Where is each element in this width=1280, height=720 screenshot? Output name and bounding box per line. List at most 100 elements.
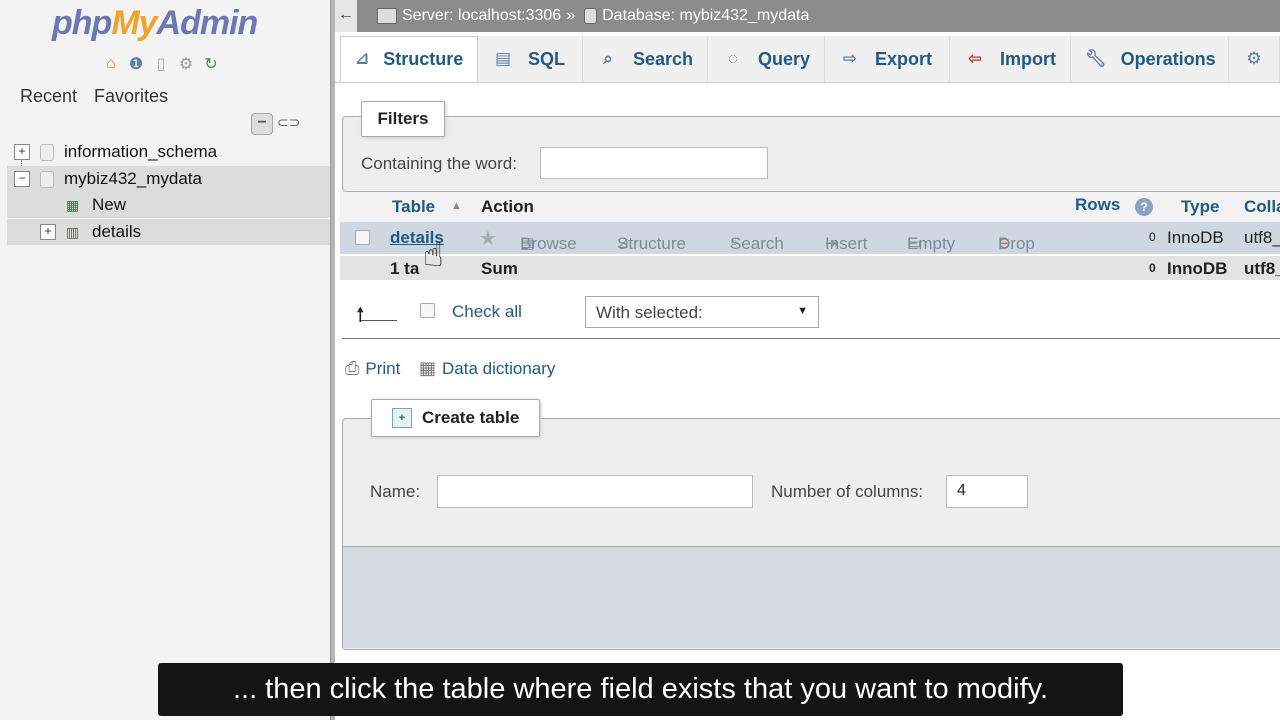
create-table-icon: +: [392, 408, 412, 428]
sql-icon: ▤: [494, 49, 512, 68]
column-header-table[interactable]: Table: [392, 197, 435, 217]
tab-operations[interactable]: 🔧︎ Operations: [1071, 36, 1229, 82]
tab-structure[interactable]: ⊿ Structure: [340, 36, 478, 82]
server-icon: [377, 8, 397, 24]
arrow-up-icon: 🠕: [356, 304, 365, 326]
tab-query[interactable]: ◌ Query: [708, 36, 825, 82]
column-header-type[interactable]: Type: [1181, 197, 1219, 217]
action-label: Drop: [998, 234, 1035, 253]
more-tabs-icon: ⚙: [1246, 49, 1262, 68]
number-of-columns-label: Number of columns:: [771, 482, 924, 501]
wrench-icon: 🔧︎: [1085, 49, 1107, 68]
breadcrumb-separator: »: [566, 7, 576, 24]
favorites-tab[interactable]: Favorites: [94, 86, 168, 107]
create-table-label: Create table: [422, 408, 520, 427]
tab-sql[interactable]: ▤ SQL: [478, 36, 583, 82]
logo-part-3: Admin: [156, 4, 259, 42]
with-selected-dropdown[interactable]: With selected: ▼: [585, 296, 819, 328]
favorite-star-icon[interactable]: ★: [479, 226, 497, 251]
tree-item-label[interactable]: mybiz432_mydata: [64, 169, 202, 189]
table-row: details ★ ▤ Browse ⊿ Structure ⌕ Search ⇥ In…: [340, 222, 1280, 254]
print-label: Print: [365, 358, 401, 378]
settings-icon[interactable]: ⚙: [176, 54, 196, 74]
link-with-main-icon[interactable]: ⊂⊃: [277, 114, 300, 131]
tab-bar: ⊿ Structure ▤ SQL ⌕ Search ◌ Query ⇨ Export ⇦…: [335, 32, 1280, 83]
video-subtitle: ... then click the table where field exi…: [158, 663, 1123, 716]
action-label: Insert: [825, 234, 868, 253]
column-header-collation[interactable]: Colla: [1244, 197, 1280, 217]
expand-icon[interactable]: +: [40, 224, 56, 240]
check-all-label[interactable]: Check all: [452, 302, 522, 322]
create-table-legend: + Create table: [371, 399, 540, 437]
row-count: 0: [1149, 230, 1156, 244]
table-count: 1 ta: [390, 259, 420, 278]
tab-more[interactable]: ⚙: [1229, 36, 1280, 82]
help-icon[interactable]: ❶: [126, 54, 146, 74]
expand-icon[interactable]: +: [14, 144, 30, 160]
table-name-label: Name:: [370, 482, 421, 501]
tree-item-label[interactable]: New: [92, 195, 126, 215]
breadcrumb-database[interactable]: Database: mybiz432_mydata: [602, 7, 809, 25]
structure-icon: ⊿: [355, 49, 370, 68]
database-icon: [40, 170, 54, 188]
docs-icon[interactable]: ▯: [151, 54, 171, 74]
table-name-input[interactable]: [437, 475, 753, 508]
arrow-line: [361, 320, 397, 321]
reload-icon[interactable]: ↻: [201, 54, 221, 74]
tree-item-new-table[interactable]: ▦ New: [7, 192, 330, 218]
back-arrow-icon[interactable]: ←: [335, 0, 357, 32]
row-checkbox[interactable]: [355, 230, 370, 245]
phpmyadmin-logo[interactable]: phpMyAdmin: [52, 4, 259, 43]
tab-import[interactable]: ⇦ Import: [950, 36, 1071, 82]
sum-row-count: 0: [1149, 261, 1156, 275]
recent-tab[interactable]: Recent: [20, 86, 77, 107]
breadcrumb: Server: localhost:3306 » Database: mybiz…: [377, 7, 809, 25]
home-icon[interactable]: ⌂: [101, 54, 121, 74]
quick-icons: ⌂ ❶ ▯ ⚙ ↻: [101, 54, 221, 74]
tab-search[interactable]: ⌕ Search: [583, 36, 708, 82]
breadcrumb-server[interactable]: Server: localhost:3306: [402, 7, 561, 25]
logo-part-2: My: [111, 4, 157, 42]
collapse-icon[interactable]: −: [14, 171, 30, 187]
tree-item-mybiz432-mydata[interactable]: − mybiz432_mydata: [7, 166, 330, 192]
query-icon: ◌: [727, 49, 739, 68]
check-all-checkbox[interactable]: [420, 303, 435, 318]
action-label: Empty: [907, 234, 956, 253]
sort-ascending-icon[interactable]: ▲: [451, 200, 462, 212]
rows-help-icon[interactable]: ?: [1135, 198, 1153, 216]
tab-export[interactable]: ⇨ Export: [825, 36, 950, 82]
tree-item-information-schema[interactable]: + information_schema: [14, 139, 330, 165]
table-engine: InnoDB: [1167, 228, 1224, 247]
sum-label: Sum: [481, 259, 518, 278]
tree-item-details[interactable]: + ▥ details: [7, 219, 330, 245]
tab-label: Import: [1000, 48, 1056, 69]
create-table-footer: [343, 546, 1280, 648]
breadcrumb-bar: ← Server: localhost:3306 » Database: myb…: [335, 0, 1280, 32]
containing-word-input[interactable]: [540, 147, 768, 179]
print-link[interactable]: ⎙ Print: [345, 358, 400, 379]
tab-label: Search: [632, 48, 693, 69]
tree-item-label[interactable]: information_schema: [64, 142, 217, 162]
tab-label: Export: [875, 48, 933, 69]
sum-engine: InnoDB: [1167, 259, 1228, 278]
search-icon: ⌕: [603, 49, 613, 68]
number-of-columns-input[interactable]: 4: [946, 475, 1028, 508]
navigation-panel: phpMyAdmin ⌂ ❶ ▯ ⚙ ↻ Recent Favorites − …: [0, 0, 330, 720]
hand-cursor-icon: ☝︎: [423, 236, 444, 274]
database-icon: [584, 8, 598, 24]
collapse-all-button[interactable]: −: [251, 113, 273, 135]
data-dictionary-link[interactable]: ▦ Data dictionary: [419, 358, 555, 379]
database-icon: [40, 143, 54, 161]
tree-item-label[interactable]: details: [92, 222, 141, 242]
tab-label: SQL: [528, 48, 566, 69]
printer-icon: ⎙: [345, 358, 360, 378]
action-label: Search: [730, 234, 784, 253]
table-icon: ▥: [66, 223, 80, 240]
containing-word-label: Containing the word:: [361, 154, 517, 173]
with-selected-value: With selected:: [596, 303, 703, 322]
navigation-resizer[interactable]: [330, 0, 335, 720]
tab-label: Structure: [383, 48, 464, 69]
chevron-down-icon: ▼: [797, 305, 808, 317]
import-icon: ⇦: [967, 49, 983, 68]
column-header-rows[interactable]: Rows: [1075, 195, 1120, 215]
